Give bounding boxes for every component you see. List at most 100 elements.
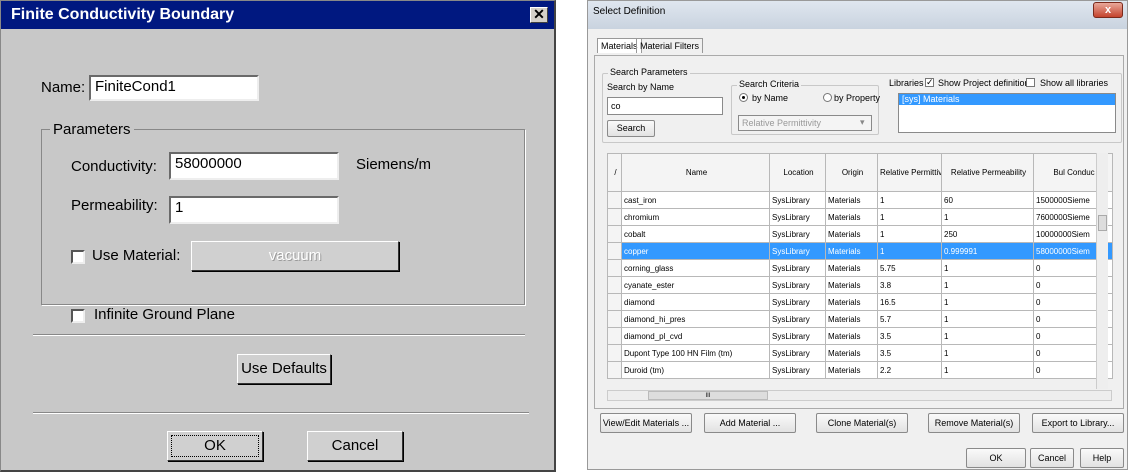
table-row[interactable]: copper SysLibrary Materials 1 0.999991 580000… bbox=[607, 242, 1113, 260]
table-cell[interactable]: chromium bbox=[621, 208, 770, 226]
library-item[interactable]: [sys] Materials bbox=[899, 94, 1115, 105]
scrollbar-thumb[interactable]: III bbox=[648, 391, 768, 400]
search-input[interactable]: co bbox=[607, 97, 723, 115]
table-cell[interactable]: SysLibrary bbox=[769, 208, 826, 226]
table-row[interactable]: Dupont Type 100 HN Film (tm) SysLibrary Ma… bbox=[607, 344, 1113, 362]
add-material-button[interactable]: Add Material ... bbox=[704, 413, 796, 433]
table-cell[interactable]: 3.5 bbox=[877, 344, 942, 362]
close-icon[interactable]: x bbox=[1093, 2, 1123, 18]
property-select[interactable]: Relative Permittivity bbox=[738, 115, 872, 131]
table-cell[interactable]: 1 bbox=[941, 361, 1034, 379]
table-cell[interactable]: 1 bbox=[877, 225, 942, 243]
table-cell[interactable]: SysLibrary bbox=[769, 361, 826, 379]
table-row[interactable]: cyanate_ester SysLibrary Materials 3.8 1 0 bbox=[607, 276, 1113, 294]
by-property-radio[interactable] bbox=[823, 93, 832, 102]
table-cell[interactable]: corning_glass bbox=[621, 259, 770, 277]
table-cell[interactable]: SysLibrary bbox=[769, 242, 826, 260]
tab-material-filters[interactable]: Material Filters bbox=[636, 38, 704, 53]
table-cell[interactable]: Materials bbox=[825, 191, 878, 209]
table-cell[interactable]: Dupont Type 100 HN Film (tm) bbox=[621, 344, 770, 362]
tab-materials[interactable]: Materials bbox=[597, 38, 642, 53]
table-cell[interactable]: 1 bbox=[941, 276, 1034, 294]
conductivity-input[interactable]: 58000000 bbox=[169, 152, 339, 180]
table-cell[interactable]: SysLibrary bbox=[769, 344, 826, 362]
row-header[interactable] bbox=[607, 361, 622, 379]
table-cell[interactable]: Duroid (tm) bbox=[621, 361, 770, 379]
use-material-checkbox[interactable] bbox=[71, 250, 85, 264]
library-list[interactable]: [sys] Materials bbox=[898, 93, 1116, 133]
table-cell[interactable]: cyanate_ester bbox=[621, 276, 770, 294]
table-cell[interactable]: 250 bbox=[941, 225, 1034, 243]
chevron-down-icon[interactable]: ▾ bbox=[860, 117, 865, 128]
table-cell[interactable]: 16.5 bbox=[877, 293, 942, 311]
table-row[interactable]: diamond SysLibrary Materials 16.5 1 0 bbox=[607, 293, 1113, 311]
table-cell[interactable]: cast_iron bbox=[621, 191, 770, 209]
column-header[interactable]: Location bbox=[769, 153, 826, 192]
table-cell[interactable]: SysLibrary bbox=[769, 191, 826, 209]
table-row[interactable]: corning_glass SysLibrary Materials 5.75 1 0 bbox=[607, 259, 1113, 277]
ok-button[interactable]: OK bbox=[167, 431, 263, 461]
help-button[interactable]: Help bbox=[1080, 448, 1124, 468]
table-cell[interactable]: Materials bbox=[825, 225, 878, 243]
scrollbar-thumb[interactable] bbox=[1098, 215, 1107, 231]
table-cell[interactable]: 3.5 bbox=[877, 327, 942, 345]
column-header[interactable]: Origin bbox=[825, 153, 878, 192]
table-cell[interactable]: 3.8 bbox=[877, 276, 942, 294]
column-header[interactable]: Relative Permittivity bbox=[877, 153, 942, 192]
table-cell[interactable]: 1 bbox=[941, 327, 1034, 345]
horizontal-scrollbar[interactable]: III bbox=[607, 390, 1112, 401]
close-icon[interactable]: ✕ bbox=[530, 7, 548, 23]
table-cell[interactable]: 60 bbox=[941, 191, 1034, 209]
table-cell[interactable]: Materials bbox=[825, 361, 878, 379]
table-cell[interactable]: SysLibrary bbox=[769, 259, 826, 277]
search-button[interactable]: Search bbox=[607, 120, 655, 137]
table-cell[interactable]: diamond bbox=[621, 293, 770, 311]
table-cell[interactable]: diamond_hi_pres bbox=[621, 310, 770, 328]
clone-material-button[interactable]: Clone Material(s) bbox=[816, 413, 908, 433]
table-cell[interactable]: Materials bbox=[825, 310, 878, 328]
row-header[interactable] bbox=[607, 242, 622, 260]
ok-button[interactable]: OK bbox=[966, 448, 1026, 468]
show-project-checkbox[interactable]: ✓ bbox=[925, 78, 934, 87]
table-cell[interactable]: copper bbox=[621, 242, 770, 260]
cancel-button[interactable]: Cancel bbox=[307, 431, 403, 461]
table-cell[interactable]: Materials bbox=[825, 327, 878, 345]
table-cell[interactable]: 1 bbox=[877, 242, 942, 260]
use-defaults-button[interactable]: Use Defaults bbox=[237, 354, 331, 384]
table-row[interactable]: diamond_hi_pres SysLibrary Materials 5.7 1 0 bbox=[607, 310, 1113, 328]
table-row[interactable]: Duroid (tm) SysLibrary Materials 2.2 1 0 bbox=[607, 361, 1113, 379]
row-header[interactable] bbox=[607, 208, 622, 226]
remove-material-button[interactable]: Remove Material(s) bbox=[928, 413, 1020, 433]
table-row[interactable]: diamond_pl_cvd SysLibrary Materials 3.5 1 0 bbox=[607, 327, 1113, 345]
table-cell[interactable]: SysLibrary bbox=[769, 310, 826, 328]
table-cell[interactable]: 5.7 bbox=[877, 310, 942, 328]
table-cell[interactable]: Materials bbox=[825, 344, 878, 362]
table-cell[interactable]: 1 bbox=[877, 191, 942, 209]
table-cell[interactable]: SysLibrary bbox=[769, 276, 826, 294]
view-edit-materials-button[interactable]: View/Edit Materials ... bbox=[600, 413, 692, 433]
table-cell[interactable]: 1 bbox=[941, 310, 1034, 328]
table-cell[interactable]: SysLibrary bbox=[769, 293, 826, 311]
row-header[interactable] bbox=[607, 225, 622, 243]
table-cell[interactable]: 2.2 bbox=[877, 361, 942, 379]
name-input[interactable]: FiniteCond1 bbox=[89, 75, 259, 101]
row-header[interactable] bbox=[607, 344, 622, 362]
table-cell[interactable]: 1 bbox=[941, 344, 1034, 362]
show-all-checkbox[interactable] bbox=[1026, 78, 1035, 87]
row-header[interactable] bbox=[607, 259, 622, 277]
table-row[interactable]: chromium SysLibrary Materials 1 1 7600000Siem… bbox=[607, 208, 1113, 226]
permeability-input[interactable]: 1 bbox=[169, 196, 339, 224]
row-header[interactable] bbox=[607, 327, 622, 345]
row-header[interactable] bbox=[607, 293, 622, 311]
table-cell[interactable]: SysLibrary bbox=[769, 225, 826, 243]
vertical-scrollbar[interactable] bbox=[1096, 153, 1108, 389]
cancel-button[interactable]: Cancel bbox=[1030, 448, 1074, 468]
table-cell[interactable]: Materials bbox=[825, 242, 878, 260]
row-header[interactable] bbox=[607, 191, 622, 209]
table-cell[interactable]: 1 bbox=[877, 208, 942, 226]
row-header[interactable] bbox=[607, 310, 622, 328]
material-button[interactable]: vacuum bbox=[191, 241, 399, 271]
column-header[interactable]: Name bbox=[621, 153, 770, 192]
table-cell[interactable]: SysLibrary bbox=[769, 327, 826, 345]
table-cell[interactable]: diamond_pl_cvd bbox=[621, 327, 770, 345]
